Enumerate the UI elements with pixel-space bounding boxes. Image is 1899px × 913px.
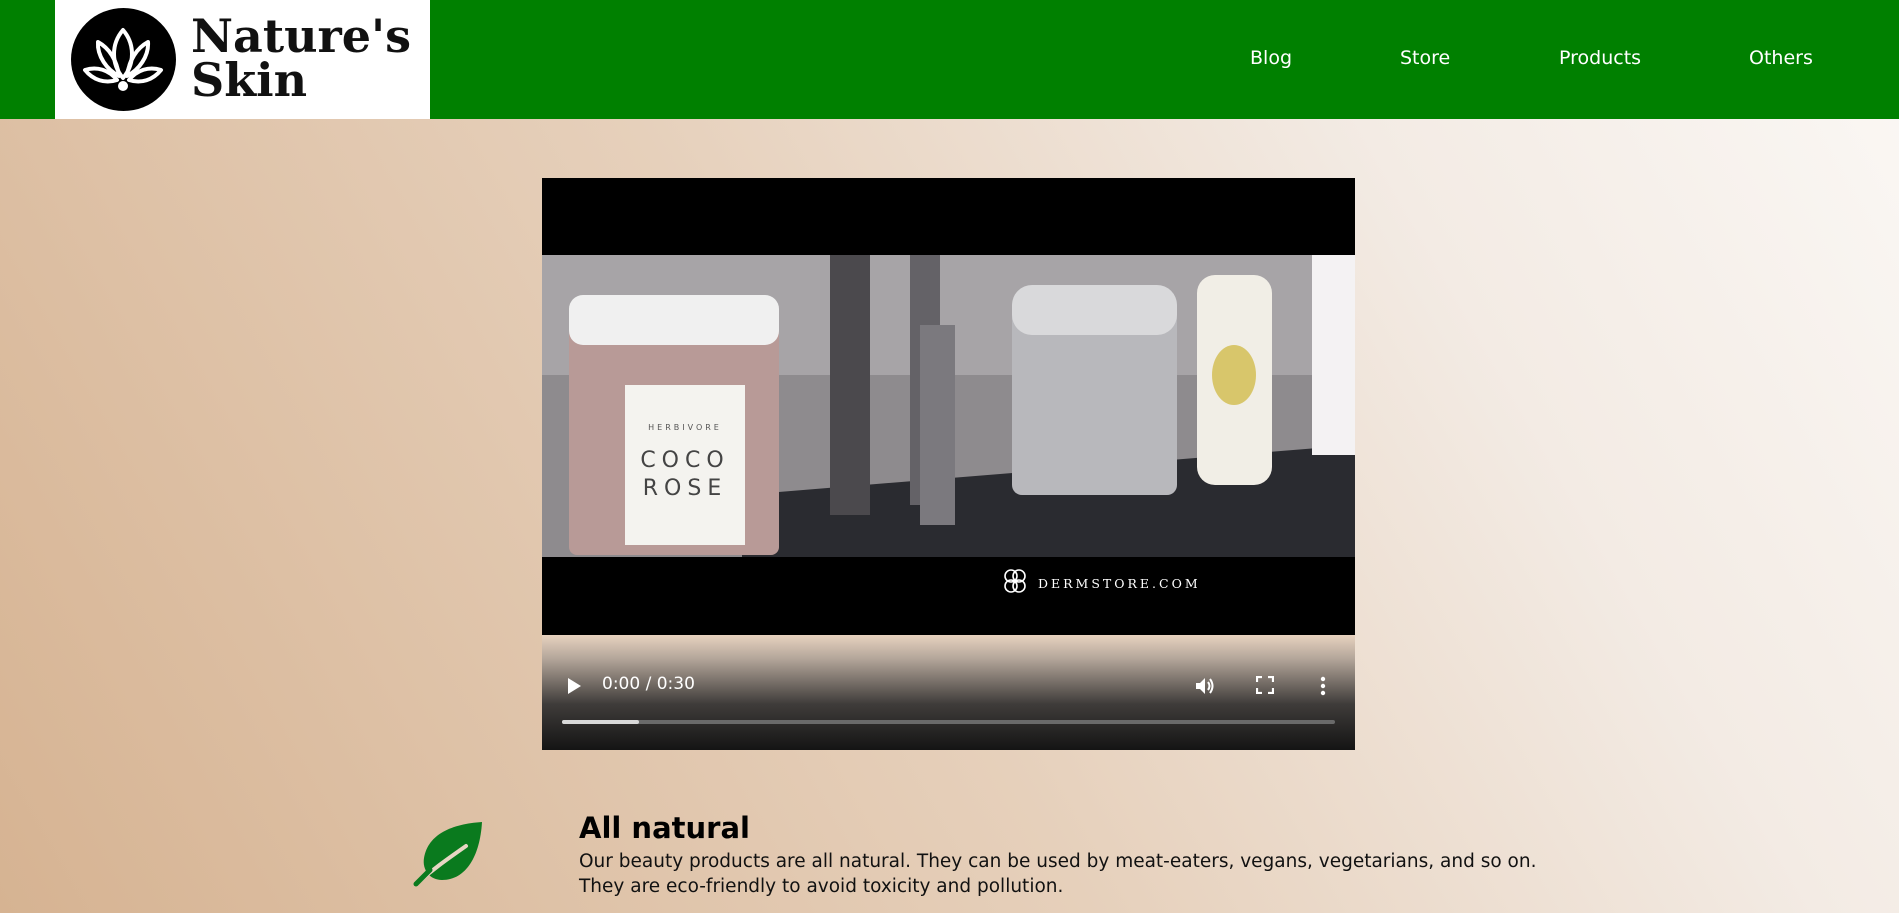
product-label-1: COCO	[640, 448, 729, 473]
logo-line-2: Skin	[191, 53, 308, 107]
lotus-icon	[71, 8, 176, 111]
nav-link-store[interactable]: Store	[1400, 47, 1450, 69]
video-player[interactable]: HERBIVORE COCO ROSE DERMSTORE.COM 0:00 /…	[542, 178, 1355, 750]
play-icon[interactable]	[566, 677, 582, 700]
video-time: 0:00 / 0:30	[602, 674, 695, 694]
logo-line-1: Nature's	[191, 9, 412, 63]
product-label-brand: HERBIVORE	[648, 423, 722, 432]
feature-description: Our beauty products are all natural. The…	[579, 851, 1537, 897]
video-progress-bar[interactable]	[562, 720, 1335, 724]
more-options-icon[interactable]	[1320, 676, 1326, 701]
video-progress-fill	[562, 720, 640, 724]
feature-title: All natural	[579, 811, 750, 845]
volume-icon[interactable]	[1194, 675, 1216, 702]
logo-text: Nature's Skin	[191, 9, 427, 107]
nav-link-products[interactable]: Products	[1559, 47, 1641, 69]
nav-link-blog[interactable]: Blog	[1250, 47, 1292, 69]
video-watermark: DERMSTORE.COM	[1038, 576, 1201, 591]
watermark-logo-icon	[1000, 566, 1030, 601]
video-frame: HERBIVORE COCO ROSE	[542, 255, 1355, 557]
leaf-icon	[412, 820, 486, 888]
logo[interactable]: Nature's Skin	[55, 0, 430, 119]
product-label-2: ROSE	[643, 476, 727, 501]
video-controls: 0:00 / 0:30	[542, 635, 1355, 750]
nav-link-others[interactable]: Others	[1749, 47, 1813, 69]
site-header: Nature's Skin Blog Store Products Others	[0, 0, 1899, 119]
fullscreen-icon[interactable]	[1255, 675, 1275, 699]
